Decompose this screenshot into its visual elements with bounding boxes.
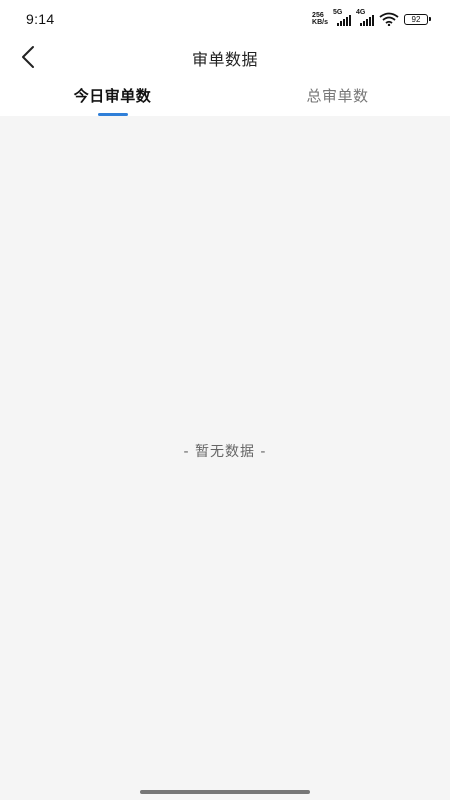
signal-5g-icon: 5G [333, 9, 351, 26]
network-speed-unit: KB/s [312, 19, 328, 26]
page-title: 审单数据 [191, 50, 258, 69]
battery-level: 92 [411, 14, 421, 24]
nav-header: 审单数据 [0, 38, 450, 76]
signal-5g-label: 5G [333, 9, 343, 16]
battery-icon: 92 [404, 13, 431, 25]
status-icons: 256 KB/s 5G 4G 92 [312, 9, 431, 27]
home-indicator[interactable] [140, 790, 310, 794]
signal-4g-icon: 4G [356, 9, 374, 26]
content-area[interactable]: - 暂无数据 - [0, 116, 450, 800]
status-time: 9:14 [26, 11, 55, 27]
app-screen: 9:14 256 KB/s 5G 4G 92 审单数据 今日审单数 总审单数 -… [0, 0, 450, 800]
tab-today-review-count[interactable]: 今日审单数 [0, 76, 225, 116]
tab-total-review-count[interactable]: 总审单数 [225, 76, 450, 116]
signal-4g-label: 4G [356, 9, 366, 16]
tab-label: 今日审单数 [73, 87, 152, 105]
network-speed-value: 256 [312, 12, 324, 19]
wifi-icon [379, 12, 399, 26]
tab-bar: 今日审单数 总审单数 [0, 76, 450, 116]
empty-state-text: - 暂无数据 - [183, 444, 267, 460]
tab-label: 总审单数 [306, 87, 369, 105]
status-bar: 9:14 256 KB/s 5G 4G 92 [0, 0, 450, 38]
network-speed: 256 KB/s [312, 12, 328, 26]
